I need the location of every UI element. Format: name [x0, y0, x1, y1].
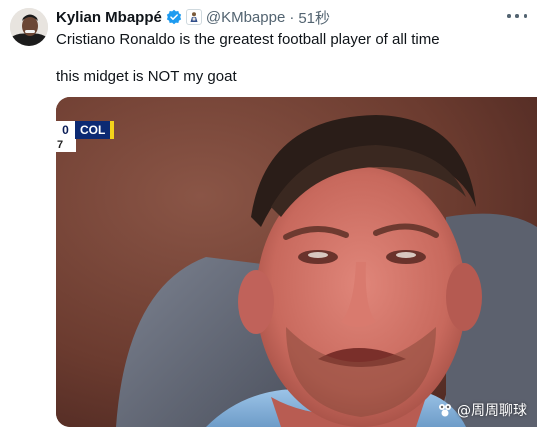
tweet-media-photo[interactable]: 0 COL 7 @周周聊球 [56, 97, 537, 427]
tweet-text-line-2: this midget is NOT my goat [56, 68, 237, 85]
crying-player-photo [56, 97, 537, 427]
scoreboard-team-flag [110, 121, 115, 139]
tweet[interactable]: Kylian Mbappé @KMbappe · 51秒 Cristiano R… [0, 0, 537, 433]
watermark-icon [439, 404, 451, 417]
scoreboard-team: COL [75, 121, 111, 139]
tweet-header: Kylian Mbappé @KMbappe · 51秒 [56, 7, 497, 27]
timestamp[interactable]: 51秒 [298, 7, 330, 28]
watermark: @周周聊球 [437, 400, 527, 420]
avatar[interactable] [10, 8, 48, 46]
scoreboard-score: 0 [56, 121, 75, 139]
scoreboard-minute: 7 [56, 139, 76, 152]
avatar-image [10, 8, 48, 46]
separator-dot: · [289, 8, 295, 26]
scoreboard: 0 COL [56, 121, 115, 139]
display-name[interactable]: Kylian Mbappé [56, 9, 162, 26]
affiliation-badge-icon[interactable] [185, 9, 202, 25]
more-options-icon[interactable] [507, 8, 527, 24]
handle[interactable]: @KMbappe [206, 9, 285, 26]
watermark-text: @周周聊球 [457, 403, 527, 419]
tweet-text-line-1: Cristiano Ronaldo is the greatest footba… [56, 31, 440, 48]
verified-badge-icon[interactable] [166, 9, 182, 25]
